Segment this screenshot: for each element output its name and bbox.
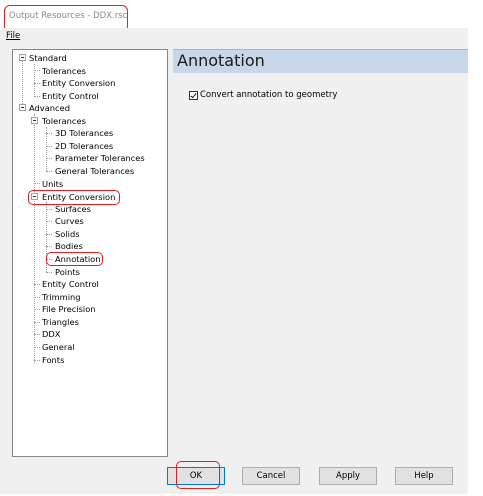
tree-connector [34,309,40,310]
tree-item-trimming[interactable]: Trimming [42,291,81,303]
tree-item-advanced[interactable]: Advanced [29,102,70,114]
help-button[interactable]: Help [395,467,453,485]
tree-connector [34,64,35,97]
tree-item-parameter-tolerances[interactable]: Parameter Tolerances [55,152,145,164]
annotation-highlight [46,252,103,266]
tree-connector [34,183,40,184]
collapse-standard-icon[interactable] [19,54,26,61]
tree-connector [34,322,40,323]
tree-connector [34,114,35,364]
tree-connector [34,70,40,71]
tree-connector [46,209,52,210]
tree-connector [34,284,40,285]
menu-file[interactable]: File [6,31,20,41]
tree-item-solids[interactable]: Solids [55,228,80,240]
tree-connector [46,246,52,247]
tree-connector [46,171,52,172]
tree-connector [46,146,52,147]
tree-item-units[interactable]: Units [42,178,63,190]
tree-connector [46,133,52,134]
tree-connector [34,334,40,335]
title-bar: Output Resources - DDX.rsc [0,0,483,32]
tree-item-standard-entity-conversion[interactable]: Entity Conversion [42,77,115,89]
tree-item-adv-tolerances[interactable]: Tolerances [42,115,86,127]
tree-item-file-precision[interactable]: File Precision [42,303,96,315]
menu-file-label: File [6,31,21,41]
tree-connector [34,83,40,84]
tree-connector [46,272,52,273]
ok-highlight [176,461,220,489]
tree-item-3d-tolerances[interactable]: 3D Tolerances [55,127,113,139]
tree-connector [34,360,40,361]
tree-item-standard[interactable]: Standard [29,52,67,64]
convert-annotation-label[interactable]: Convert annotation to geometry [200,90,337,100]
apply-button[interactable]: Apply [319,467,377,485]
panel-header: Annotation [173,49,468,73]
tree-item-2d-tolerances[interactable]: 2D Tolerances [55,140,113,152]
collapse-adv-tolerances-icon[interactable] [31,117,38,124]
tree-connector [34,96,40,97]
tree-item-standard-tolerances[interactable]: Tolerances [42,65,86,77]
tree-item-entity-control[interactable]: Entity Control [42,278,99,290]
tree-item-standard-entity-control[interactable]: Entity Control [42,90,99,102]
panel-title: Annotation [177,51,265,70]
convert-annotation-checkbox[interactable] [189,91,198,100]
options-tree[interactable]: Standard Tolerances Entity Conversion En… [12,49,168,457]
entity-conversion-highlight [28,190,120,205]
tree-item-general-tolerances[interactable]: General Tolerances [55,165,134,177]
tree-connector [22,60,23,108]
tree-connector [34,347,40,348]
collapse-advanced-icon[interactable] [19,104,26,111]
tree-item-general[interactable]: General [42,341,75,353]
cancel-button[interactable]: Cancel [242,467,300,485]
tree-connector [34,297,40,298]
tree-item-bodies[interactable]: Bodies [55,240,83,252]
window-edge [468,28,483,496]
tree-item-fonts[interactable]: Fonts [42,354,64,366]
tree-connector [46,158,52,159]
tree-connector [46,234,52,235]
tree-item-triangles[interactable]: Triangles [42,316,79,328]
tree-item-curves[interactable]: Curves [55,215,84,227]
tree-item-points[interactable]: Points [55,266,80,278]
tree-item-ddx[interactable]: DDX [42,328,60,340]
tree-connector [46,221,52,222]
